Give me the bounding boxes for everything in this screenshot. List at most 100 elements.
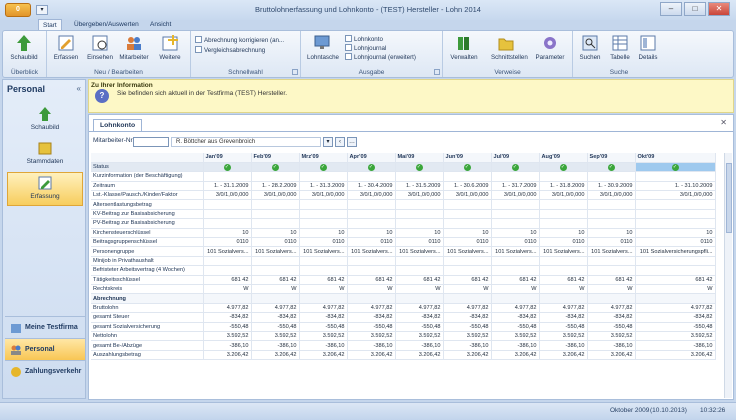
- table-row[interactable]: Beitragsgruppenschlüssel 0110 0110 0110 0110…: [91, 237, 716, 248]
- value-cell[interactable]: [251, 209, 300, 220]
- value-cell[interactable]: [491, 256, 540, 267]
- close-icon[interactable]: ✕: [708, 2, 730, 16]
- status-cell[interactable]: ✓: [635, 162, 716, 173]
- value-cell[interactable]: -386,10: [491, 340, 540, 351]
- value-cell[interactable]: 101 Sozialvers...: [203, 246, 252, 257]
- table-row[interactable]: Status ✓ ✓ ✓ ✓ ✓ ✓ ✓ ✓ ✓ ✓: [91, 162, 716, 173]
- value-cell[interactable]: 4.977,82: [203, 303, 252, 314]
- value-cell[interactable]: 681 42: [491, 275, 540, 285]
- table-row[interactable]: Kirchensteuerschlüssel 10 10 10 10 10 10 10 10 10…: [91, 228, 716, 239]
- einsehen-button[interactable]: Einsehen: [85, 34, 115, 61]
- value-cell[interactable]: [443, 218, 492, 229]
- value-cell[interactable]: -386,10: [587, 340, 636, 351]
- value-cell[interactable]: 3.206,42: [587, 350, 636, 361]
- section-cell[interactable]: [491, 293, 540, 304]
- value-cell[interactable]: 3.592,52: [299, 331, 348, 342]
- schnittstellen-button[interactable]: Schnittstellen: [491, 34, 528, 61]
- value-cell[interactable]: [395, 256, 444, 267]
- value-cell[interactable]: 3/0/1,0/0,000: [347, 190, 396, 201]
- value-cell[interactable]: 3.206,42: [443, 350, 492, 361]
- value-cell[interactable]: 101 Sozialvers...: [395, 246, 444, 257]
- value-cell[interactable]: 1. - 31.1.2009: [203, 181, 252, 192]
- table-row[interactable]: gesamt Steuer -834,82 -834,82 -834,82 -834,8…: [91, 312, 716, 323]
- minimize-icon[interactable]: –: [660, 2, 682, 16]
- value-cell[interactable]: [491, 199, 540, 210]
- value-cell[interactable]: 3.592,52: [203, 331, 252, 342]
- value-cell[interactable]: 3.206,42: [347, 350, 396, 361]
- value-cell[interactable]: -550,48: [635, 322, 716, 332]
- value-cell[interactable]: [491, 171, 540, 182]
- more-icon[interactable]: …: [347, 137, 357, 147]
- value-cell[interactable]: 3.592,52: [395, 331, 444, 342]
- value-cell[interactable]: 101 Sozialvers...: [491, 246, 540, 257]
- table-row[interactable]: PV-Beitrag zur Basisabsicherung: [91, 218, 716, 229]
- value-cell[interactable]: 681 42: [539, 275, 588, 285]
- status-cell[interactable]: ✓: [443, 162, 492, 173]
- value-cell[interactable]: -550,48: [539, 322, 588, 332]
- value-cell[interactable]: [443, 199, 492, 210]
- value-cell[interactable]: [251, 256, 300, 267]
- value-cell[interactable]: 681 42: [443, 275, 492, 285]
- value-cell[interactable]: W: [251, 284, 300, 295]
- value-cell[interactable]: -834,82: [443, 312, 492, 323]
- value-cell[interactable]: 681 42: [635, 275, 716, 285]
- value-cell[interactable]: -834,82: [347, 312, 396, 323]
- value-cell[interactable]: [395, 218, 444, 229]
- value-cell[interactable]: [443, 265, 492, 276]
- value-cell[interactable]: [299, 199, 348, 210]
- value-cell[interactable]: [539, 171, 588, 182]
- section-cell[interactable]: [539, 293, 588, 304]
- value-cell[interactable]: -386,10: [251, 340, 300, 351]
- value-cell[interactable]: -834,82: [539, 312, 588, 323]
- value-cell[interactable]: 3/0/1,0/0,000: [251, 190, 300, 201]
- value-cell[interactable]: 0110: [443, 237, 492, 248]
- value-cell[interactable]: [347, 199, 396, 210]
- table-row[interactable]: Personengruppe 101 Sozialvers... 101 Sozia…: [91, 246, 716, 257]
- value-cell[interactable]: 10: [539, 228, 588, 239]
- value-cell[interactable]: [539, 265, 588, 276]
- value-cell[interactable]: -550,48: [443, 322, 492, 332]
- month-header[interactable]: Okt'09: [635, 153, 716, 163]
- value-cell[interactable]: [299, 265, 348, 276]
- value-cell[interactable]: -834,82: [203, 312, 252, 323]
- value-cell[interactable]: 4.977,82: [299, 303, 348, 314]
- value-cell[interactable]: [491, 209, 540, 220]
- value-cell[interactable]: 681 42: [347, 275, 396, 285]
- table-row[interactable]: KV-Beitrag zur Basisabsicherung: [91, 209, 716, 220]
- value-cell[interactable]: [491, 265, 540, 276]
- value-cell[interactable]: 3.206,42: [299, 350, 348, 361]
- status-cell[interactable]: ✓: [587, 162, 636, 173]
- value-cell[interactable]: W: [443, 284, 492, 295]
- value-cell[interactable]: [587, 256, 636, 267]
- value-cell[interactable]: -834,82: [299, 312, 348, 323]
- value-cell[interactable]: 681 42: [299, 275, 348, 285]
- value-cell[interactable]: 10: [251, 228, 300, 239]
- month-header[interactable]: Feb'09: [251, 153, 300, 163]
- table-row[interactable]: Minijob in Privathaushalt: [91, 256, 716, 267]
- nav-meine-testfirma[interactable]: Meine Testfirma: [5, 316, 85, 338]
- value-cell[interactable]: 10: [395, 228, 444, 239]
- value-cell[interactable]: 3/0/1,0/0,000: [587, 190, 636, 201]
- value-cell[interactable]: 1. - 30.9.2009: [587, 181, 636, 192]
- schnellwahl-item-1[interactable]: Vergleichsabrechnung: [195, 46, 265, 54]
- value-cell[interactable]: [203, 209, 252, 220]
- status-cell[interactable]: ✓: [347, 162, 396, 173]
- table-row[interactable]: Zeitraum 1. - 31.1.2009 1. - 28.2.2009 1. -…: [91, 181, 716, 192]
- value-cell[interactable]: -550,48: [491, 322, 540, 332]
- value-cell[interactable]: [347, 218, 396, 229]
- value-cell[interactable]: -550,48: [587, 322, 636, 332]
- section-cell[interactable]: [635, 293, 716, 304]
- month-header[interactable]: Mai'09: [395, 153, 444, 163]
- value-cell[interactable]: -386,10: [539, 340, 588, 351]
- status-cell[interactable]: ✓: [203, 162, 252, 173]
- value-cell[interactable]: 101 Sozialvers...: [347, 246, 396, 257]
- value-cell[interactable]: 1. - 31.8.2009: [539, 181, 588, 192]
- tab-lohnkonto[interactable]: Lohnkonto: [93, 119, 143, 131]
- value-cell[interactable]: -550,48: [203, 322, 252, 332]
- status-cell[interactable]: ✓: [395, 162, 444, 173]
- value-cell[interactable]: [203, 256, 252, 267]
- value-cell[interactable]: W: [203, 284, 252, 295]
- value-cell[interactable]: [587, 218, 636, 229]
- value-cell[interactable]: -834,82: [587, 312, 636, 323]
- section-cell[interactable]: [203, 293, 252, 304]
